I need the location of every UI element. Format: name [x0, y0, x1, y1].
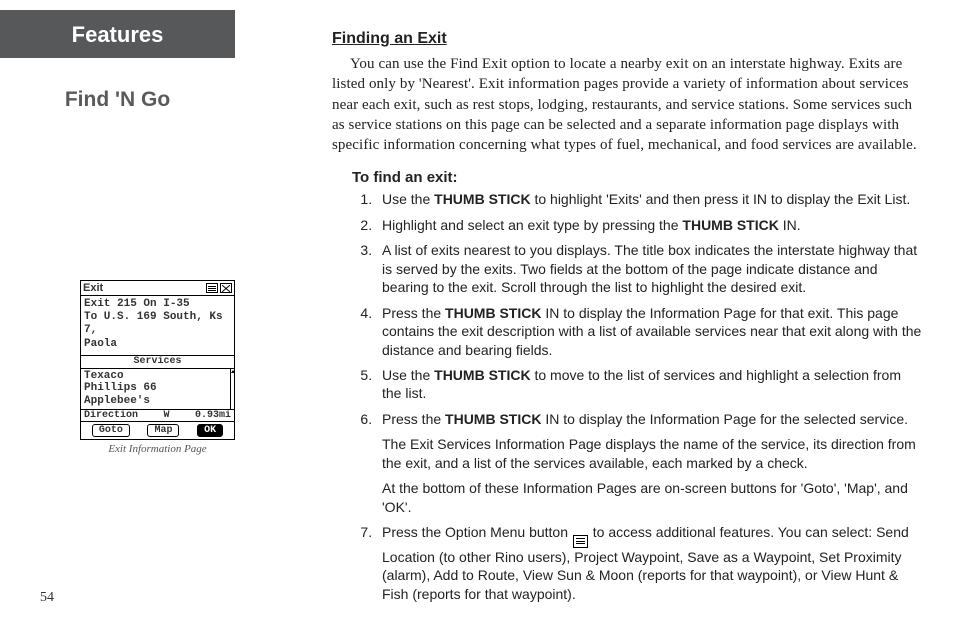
- direction-label: Direction: [84, 410, 138, 421]
- device-title: Exit: [83, 282, 103, 294]
- thumb-stick-label: THUMB STICK: [445, 305, 541, 321]
- intro-paragraph: You can use the Find Exit option to loca…: [332, 54, 924, 155]
- step-6-sub: The Exit Services Information Page displ…: [382, 435, 924, 472]
- page-number: 54: [40, 590, 54, 606]
- ok-button: OK: [197, 424, 223, 437]
- thumb-stick-label: THUMB STICK: [682, 217, 778, 233]
- step-4: Press the THUMB STICK IN to display the …: [376, 304, 924, 359]
- features-banner: Features: [0, 10, 235, 58]
- step-7: Press the Option Menu button to access a…: [376, 523, 924, 603]
- thumb-stick-label: THUMB STICK: [445, 411, 541, 427]
- finding-exit-heading: Finding an Exit: [332, 30, 924, 48]
- option-menu-icon: [573, 535, 588, 548]
- goto-button: Goto: [92, 424, 130, 437]
- menu-icon: [206, 283, 218, 293]
- exit-desc-line: Exit 215 On I-35: [84, 298, 231, 311]
- step-6-sub: At the bottom of these Information Pages…: [382, 479, 924, 516]
- services-label: Services: [81, 356, 234, 369]
- exit-desc-line: To U.S. 169 South, Ks 7,: [84, 311, 231, 337]
- exit-info-figure: Exit Exit 215 On I-35 To U.S. 169 South,…: [80, 280, 235, 455]
- thumb-stick-label: THUMB STICK: [434, 367, 530, 383]
- step-1: Use the THUMB STICK to highlight 'Exits'…: [376, 190, 924, 208]
- section-title: Find 'N Go: [0, 88, 235, 112]
- service-item: Texaco: [84, 370, 228, 383]
- thumb-stick-label: THUMB STICK: [434, 191, 530, 207]
- service-item: Phillips 66: [84, 382, 228, 395]
- step-6: Press the THUMB STICK IN to display the …: [376, 410, 924, 516]
- step-5: Use the THUMB STICK to move to the list …: [376, 366, 924, 403]
- figure-caption: Exit Information Page: [80, 443, 235, 455]
- step-2: Highlight and select an exit type by pre…: [376, 216, 924, 234]
- distance-value: 0.93mi: [195, 410, 231, 421]
- service-item: Applebee's: [84, 395, 228, 408]
- scrollbar: [230, 369, 234, 409]
- step-3: A list of exits nearest to you displays.…: [376, 241, 924, 296]
- close-icon: [220, 283, 232, 293]
- device-screen: Exit Exit 215 On I-35 To U.S. 169 South,…: [80, 280, 235, 440]
- map-button: Map: [147, 424, 179, 437]
- direction-value: W: [163, 410, 169, 421]
- steps-heading: To find an exit:: [352, 169, 924, 186]
- exit-desc-line: Paola: [84, 338, 231, 351]
